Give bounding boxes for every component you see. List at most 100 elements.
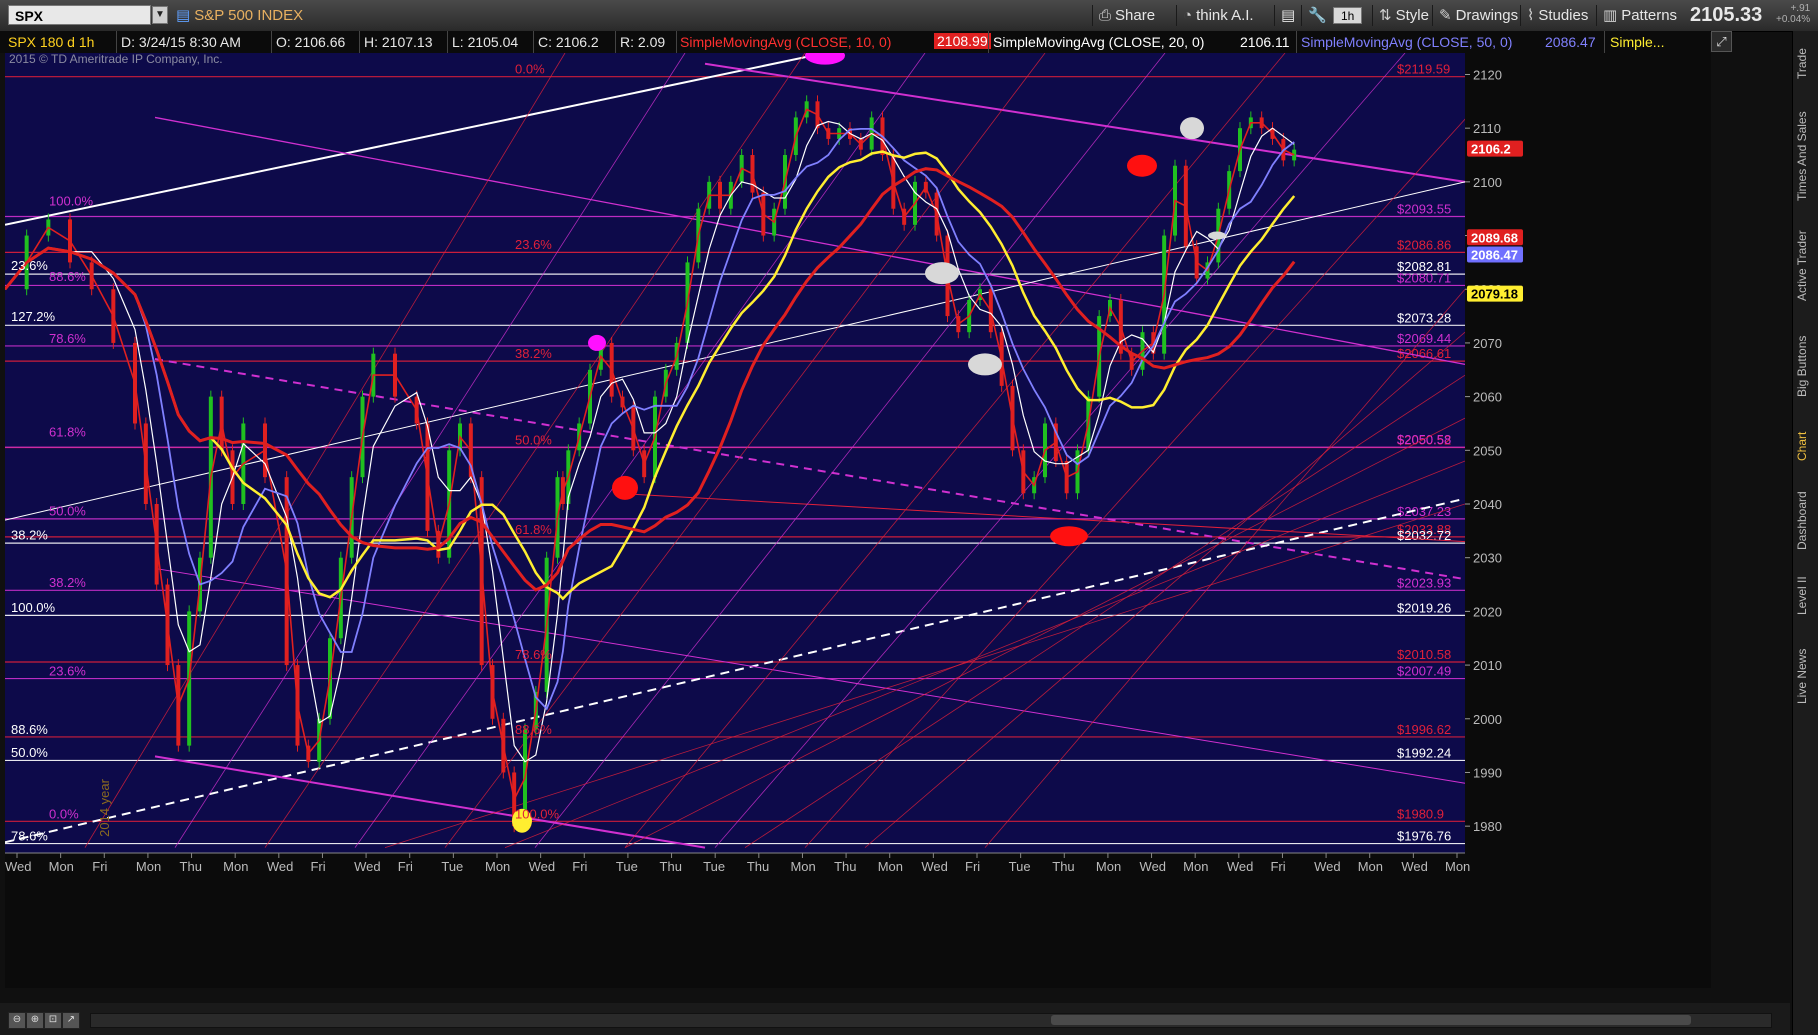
patterns-button[interactable]: ▥ Patterns <box>1596 5 1683 26</box>
time-tick-label: Fri <box>572 859 587 874</box>
fib-percent-label: 50.0% <box>11 745 48 760</box>
zoom-in-button[interactable]: ⊕ <box>26 1012 44 1029</box>
symbol-dropdown-button[interactable]: ▼ <box>152 6 168 24</box>
fib-level-price-label: $2010.58 <box>1397 647 1451 662</box>
fib-percent-label: 88.6% <box>515 722 552 737</box>
chart-scrollbar[interactable]: ⊖ ⊕ ⊡ ↗ <box>0 1003 1790 1035</box>
drawings-button[interactable]: ✎ Drawings <box>1432 5 1524 26</box>
last-price: 2105.33 <box>1690 4 1763 26</box>
symbol-name-label: S&P 500 INDEX <box>194 7 304 24</box>
bar-low: L: 2105.04 <box>452 34 519 50</box>
tab-times-and-sales[interactable]: Times And Sales <box>1795 101 1817 211</box>
time-tick-label: Wed <box>354 859 381 874</box>
fib-percent-label: 50.0% <box>515 433 552 448</box>
pivot-marker <box>1050 526 1088 547</box>
think-ai-button[interactable]: ◔ think A.I. <box>1176 5 1260 26</box>
chart-id-label: SPX 180 d 1h <box>8 34 95 50</box>
time-tick-label: Wed <box>1314 859 1341 874</box>
drawing-tool-button[interactable]: ↗ <box>62 1012 80 1029</box>
time-tick-label: Fri <box>965 859 980 874</box>
time-tick-label: Mon <box>136 859 161 874</box>
tab-level-ii[interactable]: Level II <box>1795 566 1817 626</box>
fib-percent-label: 78.6% <box>11 828 48 843</box>
fib-percent-label: 61.8% <box>49 425 86 440</box>
price-tick-label: 2040 <box>1473 497 1502 512</box>
fib-percent-label: 100.0% <box>11 600 56 615</box>
sma20-label[interactable]: SimpleMovingAvg (CLOSE, 20, 0) <box>993 34 1204 50</box>
fib-level-price-label: $2080.71 <box>1397 270 1451 285</box>
time-tick-label: Fri <box>1270 859 1285 874</box>
zoom-out-button[interactable]: ⊖ <box>8 1012 26 1029</box>
price-tick-label: 2050 <box>1473 443 1502 458</box>
tab-trade[interactable]: Trade <box>1795 39 1817 89</box>
fib-percent-label: 38.2% <box>49 575 86 590</box>
pivot-marker <box>925 262 959 285</box>
price-bubble-label: 2086.47 <box>1471 248 1518 263</box>
time-tick-label: Wed <box>1227 859 1254 874</box>
style-button[interactable]: ⇅ Style <box>1372 5 1435 26</box>
share-button[interactable]: ⎙ Share <box>1092 5 1161 26</box>
price-bubble-label: 2079.18 <box>1471 287 1518 302</box>
thinkorswim-chart-window: SPX ▼ ▤ S&P 500 INDEX ⎙ Share ◔ think A.I. … <box>0 0 1818 1035</box>
time-tick-label: Wed <box>921 859 948 874</box>
fib-percent-label: 61.8% <box>515 522 552 537</box>
pivot-marker <box>1208 231 1226 240</box>
scroll-track[interactable] <box>90 1013 1772 1028</box>
sma50-label[interactable]: SimpleMovingAvg (CLOSE, 50, 0) <box>1301 34 1512 50</box>
tab-big-buttons[interactable]: Big Buttons <box>1795 326 1817 406</box>
time-tick-label: Wed <box>1140 859 1167 874</box>
price-tick-label: 2020 <box>1473 604 1502 619</box>
fib-percent-label: 100.0% <box>515 806 560 821</box>
time-tick-label: Fri <box>310 859 325 874</box>
time-tick-label: Mon <box>223 859 248 874</box>
tab-active-trader[interactable]: Active Trader <box>1795 221 1817 311</box>
style-icon: ⇅ <box>1379 7 1392 24</box>
time-tick-label: Mon <box>790 859 815 874</box>
fib-level-price-label: $2019.26 <box>1397 600 1451 615</box>
price-bubble-label: 2089.68 <box>1471 230 1518 245</box>
fib-percent-label: 23.6% <box>49 664 86 679</box>
price-tick-label: 2070 <box>1473 336 1502 351</box>
bar-range: R: 2.09 <box>620 34 666 50</box>
tab-chart[interactable]: Chart <box>1795 421 1817 471</box>
time-tick-label: Mon <box>49 859 74 874</box>
wrench-button[interactable]: 🔧 <box>1301 5 1333 26</box>
time-tick-label: Tue <box>1009 859 1031 874</box>
time-tick-label: Thu <box>834 859 856 874</box>
fib-percent-label: 88.6% <box>49 269 86 284</box>
maximize-chart-button[interactable]: ⤢ <box>1711 31 1732 52</box>
price-chart[interactable]: $2119.59 $2093.55 $2086.86 $2082.81 $2080.71… <box>5 53 1711 988</box>
chart-canvas[interactable]: $2119.59$2093.55$2086.86$2082.81$2080.71… <box>5 53 1711 988</box>
price-tick-label: 2060 <box>1473 390 1502 405</box>
price-tick-label: 1990 <box>1473 765 1502 780</box>
time-tick-label: Wed <box>5 859 32 874</box>
percent-change: +0.04% <box>1776 14 1811 25</box>
time-tick-label: Thu <box>660 859 682 874</box>
sma10-label[interactable]: SimpleMovingAvg (CLOSE, 10, 0) <box>680 34 891 50</box>
price-tick-label: 2000 <box>1473 712 1502 727</box>
tab-live-news[interactable]: Live News <box>1795 636 1817 716</box>
time-tick-label: Tue <box>703 859 725 874</box>
chart-toolbar: SPX ▼ ▤ S&P 500 INDEX ⎙ Share ◔ think A.I. … <box>0 0 1818 32</box>
fib-level-price-label: $2007.49 <box>1397 664 1451 679</box>
bar-high: H: 2107.13 <box>364 34 433 50</box>
time-tick-label: Fri <box>398 859 413 874</box>
tab-dashboard[interactable]: Dashboard <box>1795 481 1817 561</box>
sma50-value: 2086.47 <box>1545 34 1596 50</box>
more-studies-label[interactable]: Simple... <box>1610 34 1664 50</box>
chart-settings-button[interactable]: ▤ <box>1274 5 1301 26</box>
fib-percent-label: 78.6% <box>49 331 86 346</box>
zoom-fit-button[interactable]: ⊡ <box>44 1012 62 1029</box>
price-change: +.91 +0.04% <box>1776 3 1810 25</box>
menu-flag-icon[interactable]: ▤ <box>176 7 190 24</box>
time-tick-label: Thu <box>180 859 202 874</box>
gauge-icon: ◔ <box>1183 7 1193 24</box>
fib-level-price-label: $2093.55 <box>1397 201 1451 216</box>
scroll-thumb[interactable] <box>1051 1015 1691 1025</box>
studies-icon: ⌇ <box>1527 7 1535 24</box>
interval-button[interactable]: 1h <box>1333 7 1363 24</box>
time-tick-label: Mon <box>1183 859 1208 874</box>
symbol-input[interactable]: SPX <box>8 5 151 25</box>
pivot-marker <box>588 334 606 351</box>
studies-button[interactable]: ⌇ Studies <box>1520 5 1594 26</box>
